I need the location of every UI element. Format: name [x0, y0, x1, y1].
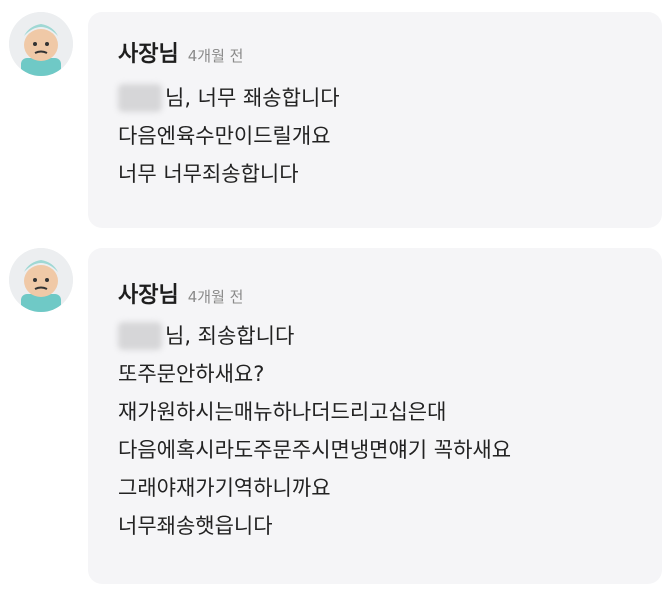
reply-line: 다음엔육수만이드릴개요 [118, 124, 331, 148]
reply-line: 님, 죄송합니다 [118, 317, 511, 355]
reply-body: 님, 너무 좨송합니다 다음엔육수만이드릴개요 너무 너무죄송합니다 [118, 79, 340, 193]
reply-body: 님, 죄송합니다 또주문안하새요? 재가원하시는매뉴하나더드리고십은대 다음에혹… [118, 317, 511, 545]
reply-line: 님, 너무 좨송합니다 [118, 79, 340, 117]
reply-time: 4개월 전 [187, 47, 244, 65]
reply-line: 너무좨송햇읍니다 [118, 514, 273, 538]
reply-line: 너무 너무죄송합니다 [118, 162, 299, 186]
reply-line: 다음에혹시라도주문주시면냉면얘기 꼭하새요 [118, 438, 512, 462]
owner-avatar [9, 248, 73, 312]
author-name: 사장님 [118, 42, 179, 67]
blurred-customer-name [118, 322, 162, 350]
reply-line: 재가원하시는매뉴하나더드리고십은대 [118, 400, 447, 424]
reply-time: 4개월 전 [187, 288, 244, 306]
blurred-customer-name [118, 84, 162, 112]
owner-avatar [9, 12, 73, 76]
reply-line: 그래야재가기역하니까요 [118, 476, 331, 500]
author-name: 사장님 [118, 283, 179, 308]
reply-line: 또주문안하새요? [118, 362, 265, 386]
